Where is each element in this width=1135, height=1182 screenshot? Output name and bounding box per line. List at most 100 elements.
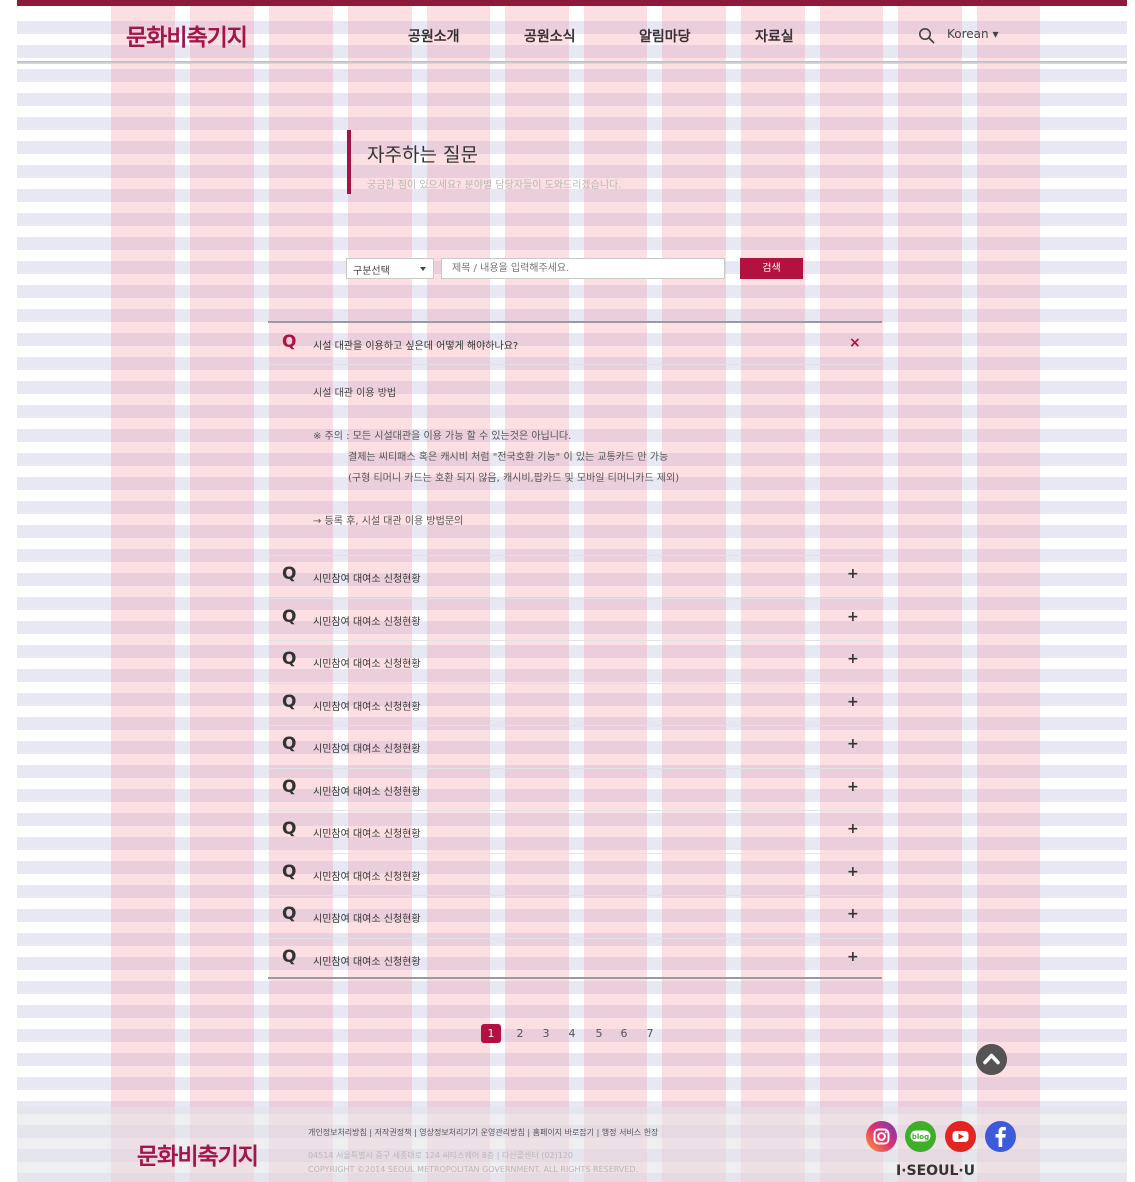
question-mark-icon: Q — [282, 692, 297, 712]
expand-icon[interactable]: + — [847, 821, 859, 837]
baseline-row — [17, 525, 1127, 538]
answer-link[interactable]: → 등록 후, 시설 대관 이용 방법문의 — [313, 512, 463, 527]
faq-row-divider — [268, 640, 882, 641]
footer-logo[interactable]: 문화비축기지 — [137, 1137, 259, 1171]
baseline-row — [17, 333, 1127, 346]
faq-question[interactable]: 시민참여 대여소 신청현황 — [313, 825, 421, 840]
instagram-icon[interactable] — [866, 1121, 897, 1152]
header-divider — [17, 61, 1127, 64]
faq-question[interactable]: 시민참여 대여소 신청현황 — [313, 655, 421, 670]
question-mark-icon: Q — [282, 862, 297, 882]
baseline-row — [17, 237, 1127, 250]
page-link-5[interactable]: 5 — [589, 1024, 609, 1043]
faq-row-divider — [268, 725, 882, 726]
baseline-row — [17, 1005, 1127, 1018]
faq-bottom-border — [268, 977, 882, 979]
i-seoul-u-logo[interactable]: I·SEOUL·U — [896, 1163, 975, 1179]
baseline-row — [17, 957, 1127, 970]
title-accent-bar — [347, 130, 351, 194]
grid-column — [269, 0, 333, 1182]
answer-note: 결제는 씨티패스 혹은 캐시비 처럼 "전국호환 기능" 이 있는 교통카드 만… — [348, 452, 669, 463]
page-title: 자주하는 질문 — [367, 144, 478, 166]
baseline-row — [17, 693, 1127, 706]
baseline-row — [17, 645, 1127, 658]
page-link-7[interactable]: 7 — [640, 1024, 660, 1043]
page-link-3[interactable]: 3 — [536, 1024, 556, 1043]
top-accent-bar — [17, 0, 1127, 6]
page-link-4[interactable]: 4 — [562, 1024, 582, 1043]
nav-item-archive[interactable]: 자료실 — [755, 26, 794, 46]
baseline-row — [17, 933, 1127, 946]
blog-icon[interactable]: blog — [905, 1121, 936, 1152]
expand-icon[interactable]: + — [847, 651, 859, 667]
faq-row-divider — [268, 895, 882, 896]
expand-icon[interactable]: + — [847, 949, 859, 965]
faq-row-divider — [268, 683, 882, 684]
category-select-value: 구분선택 — [353, 266, 390, 277]
baseline-row — [17, 717, 1127, 730]
grid-column — [190, 0, 254, 1182]
language-selector[interactable]: Korean ▾ — [947, 27, 998, 41]
faq-question-open[interactable]: 시설 대관을 이용하고 싶은데 어떻게 해야하나요? — [313, 337, 518, 352]
question-mark-icon: Q — [282, 734, 297, 754]
footer-address: 04514 서울특별시 중구 세종대로 124 씨티스퀘어 8층 | 다산콜센터… — [308, 1151, 574, 1160]
blog-badge-label: blog — [912, 1133, 929, 1141]
question-mark-icon: Q — [282, 649, 297, 669]
answer-note: (구형 티머니 카드는 호환 되지 않음, 캐시비,팝카드 및 모바일 티머니카… — [348, 473, 680, 484]
baseline-row — [17, 213, 1127, 226]
site-logo[interactable]: 문화비축기지 — [126, 18, 248, 52]
expand-icon[interactable]: + — [847, 779, 859, 795]
faq-question[interactable]: 시민참여 대여소 신청현황 — [313, 783, 421, 798]
footer-links[interactable]: 개인정보처리방침 | 저작권정책 | 영상정보처리기기 운영관리방침 | 홈페이… — [308, 1127, 658, 1138]
youtube-icon[interactable] — [945, 1121, 976, 1152]
baseline-row — [17, 885, 1127, 898]
grid-column — [111, 0, 175, 1182]
grid-column — [898, 0, 962, 1182]
grid-column — [662, 0, 726, 1182]
baseline-row — [17, 621, 1127, 634]
category-select[interactable]: 구분선택 — [346, 258, 434, 279]
faq-question[interactable]: 시민참여 대여소 신청현황 — [313, 740, 421, 755]
question-mark-icon: Q — [282, 777, 297, 797]
faq-question[interactable]: 시민참여 대여소 신청현황 — [313, 910, 421, 925]
faq-row-divider — [268, 938, 882, 939]
faq-question[interactable]: 시민참여 대여소 신청현황 — [313, 613, 421, 628]
baseline-row — [17, 909, 1127, 922]
baseline-row — [17, 573, 1127, 586]
expand-icon[interactable]: + — [847, 694, 859, 710]
facebook-icon[interactable] — [985, 1121, 1016, 1152]
baseline-row — [17, 381, 1127, 394]
faq-question[interactable]: 시민참여 대여소 신청현황 — [313, 698, 421, 713]
page-link-6[interactable]: 6 — [614, 1024, 634, 1043]
search-input[interactable] — [441, 258, 725, 279]
baseline-row — [17, 429, 1127, 442]
scroll-top-button[interactable] — [976, 1044, 1007, 1075]
baseline-row — [17, 93, 1127, 106]
faq-row-divider — [268, 598, 882, 599]
faq-question[interactable]: 시민참여 대여소 신청현황 — [313, 570, 421, 585]
expand-icon[interactable]: + — [847, 736, 859, 752]
close-icon[interactable]: × — [849, 335, 861, 351]
grid-column — [977, 0, 1040, 1182]
expand-icon[interactable]: + — [847, 864, 859, 880]
baseline-rows — [17, 21, 1127, 1182]
baseline-row — [17, 765, 1127, 778]
expand-icon[interactable]: + — [847, 609, 859, 625]
expand-icon[interactable]: + — [847, 906, 859, 922]
answer-note: ※ 주의 : 모든 시설대관을 이용 가능 할 수 있는것은 아닙니다. — [313, 431, 572, 442]
baseline-row — [17, 669, 1127, 682]
baseline-row — [17, 117, 1127, 130]
nav-item-notices[interactable]: 알림마당 — [639, 26, 691, 46]
search-icon[interactable] — [918, 27, 935, 44]
baseline-row — [17, 813, 1127, 826]
page-link-2[interactable]: 2 — [510, 1024, 530, 1043]
baseline-row — [17, 1053, 1127, 1066]
baseline-row — [17, 861, 1127, 874]
page-link-1[interactable]: 1 — [481, 1024, 501, 1043]
faq-question[interactable]: 시민참여 대여소 신청현황 — [313, 868, 421, 883]
faq-question[interactable]: 시민참여 대여소 신청현황 — [313, 953, 421, 968]
nav-item-park-intro[interactable]: 공원소개 — [408, 26, 460, 46]
search-button[interactable]: 검색 — [740, 258, 803, 279]
nav-item-park-news[interactable]: 공원소식 — [524, 26, 576, 46]
expand-icon[interactable]: + — [847, 566, 859, 582]
